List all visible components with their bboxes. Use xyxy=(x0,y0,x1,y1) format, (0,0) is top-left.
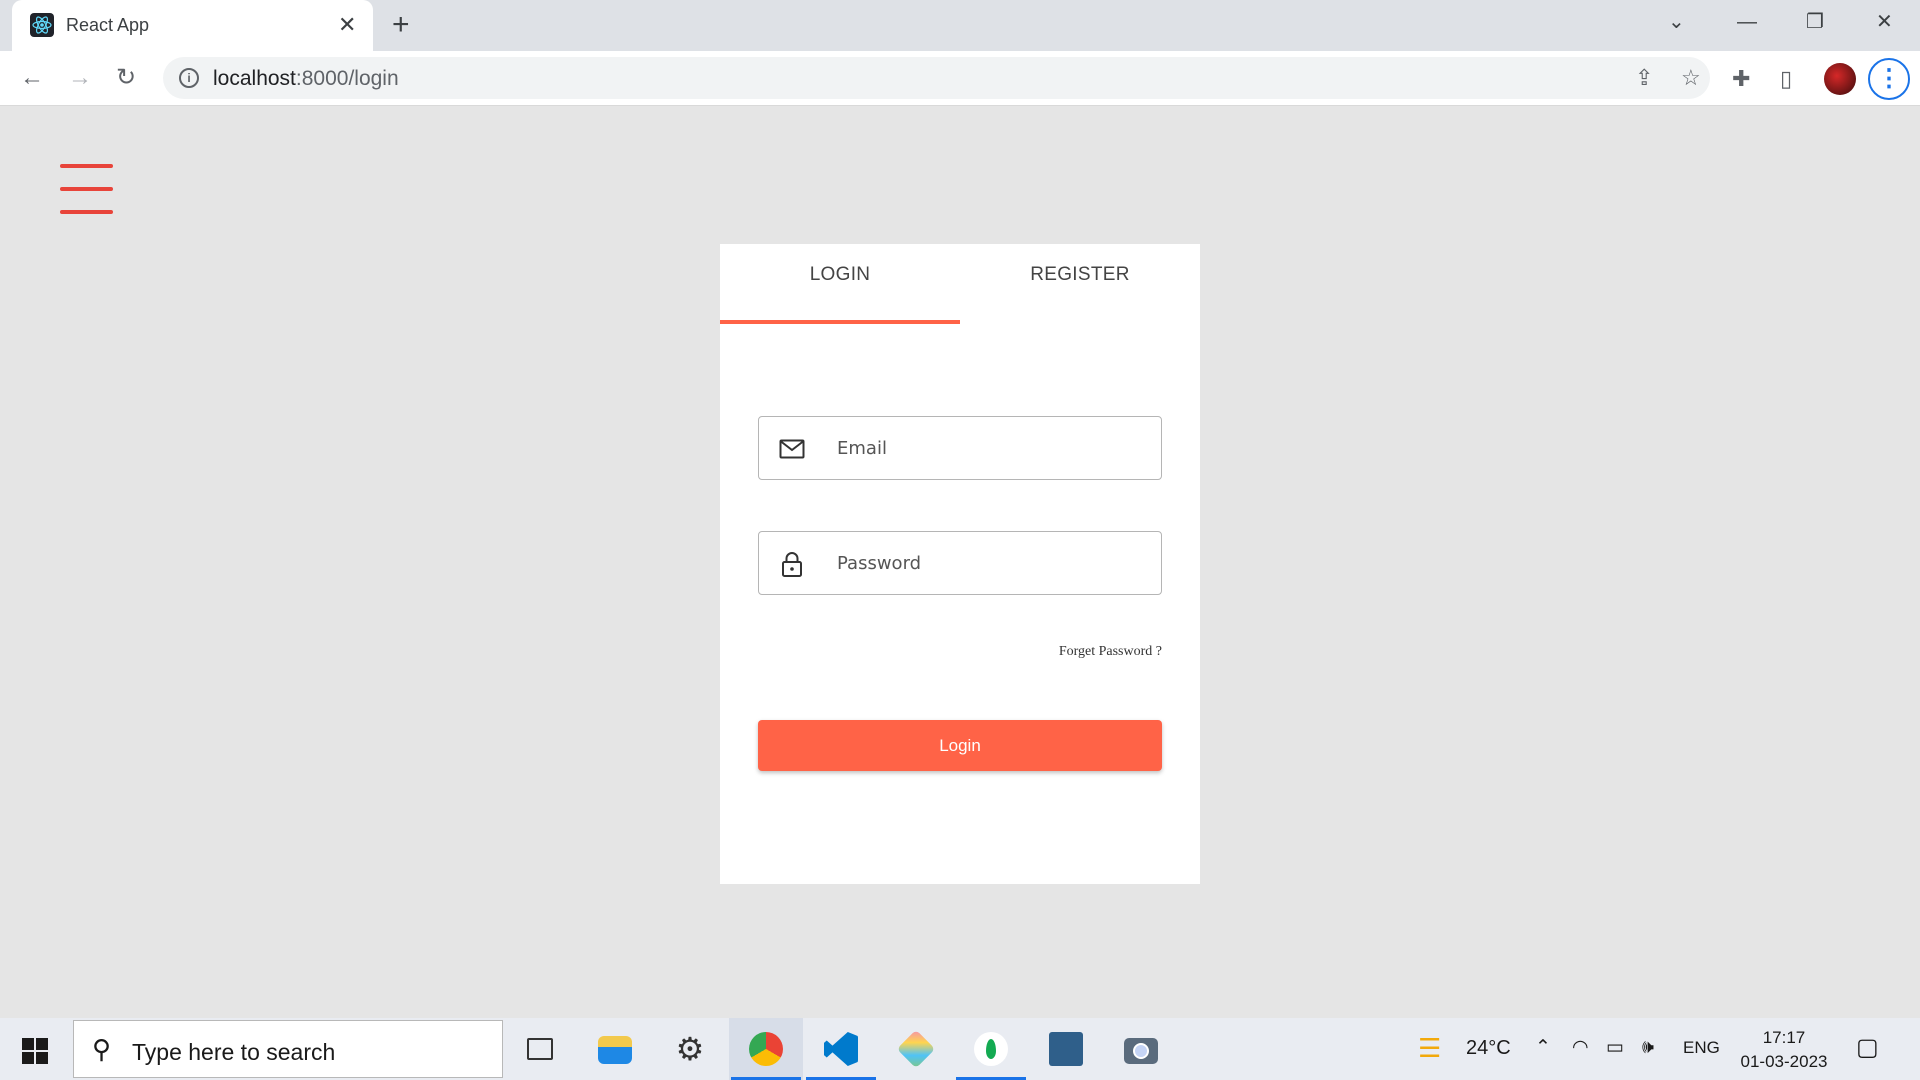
email-input[interactable] xyxy=(837,417,1147,479)
auth-tabs: LOGIN REGISTER xyxy=(720,244,1200,324)
email-field[interactable] xyxy=(758,416,1162,480)
password-input[interactable] xyxy=(837,532,1147,594)
clock-date: 01-03-2023 xyxy=(1740,1052,1828,1071)
side-panel-icon[interactable]: ▯ xyxy=(1780,66,1792,92)
windows-start-icon[interactable] xyxy=(22,1038,48,1064)
weather-icon[interactable]: ☰ xyxy=(1418,1035,1441,1061)
weather-temperature[interactable]: 24°C xyxy=(1466,1036,1511,1060)
active-tab-indicator xyxy=(720,320,960,324)
password-field[interactable] xyxy=(758,531,1162,595)
language-indicator[interactable]: ENG xyxy=(1683,1036,1720,1060)
file-explorer-icon[interactable] xyxy=(578,1018,652,1080)
windows-taskbar: ⚲ Type here to search ⚙ ☰ 24°C ⌃ ◠ ▭ 🕪 E… xyxy=(0,1018,1920,1080)
camera-icon[interactable] xyxy=(1104,1018,1178,1080)
login-card: LOGIN REGISTER Forget Password ? Login xyxy=(720,244,1200,884)
tab-title: React App xyxy=(66,15,150,35)
clock-time: 17:17 xyxy=(1762,1028,1806,1047)
mysql-workbench-icon[interactable] xyxy=(1029,1018,1103,1080)
reload-button[interactable]: ↻ xyxy=(116,63,136,93)
back-button[interactable]: ← xyxy=(20,63,44,93)
address-bar[interactable]: i localhost:8000/login ⇪ ☆ xyxy=(163,57,1710,99)
browser-tabstrip: React App ✕ + ⌄ — ❐ ✕ xyxy=(0,0,1920,51)
new-tab-button[interactable]: + xyxy=(392,10,410,40)
share-icon[interactable]: ⇪ xyxy=(1635,65,1653,91)
show-hidden-icons-chevron-icon[interactable]: ⌃ xyxy=(1535,1036,1551,1060)
page-content: LOGIN REGISTER Forget Password ? Login xyxy=(0,106,1920,1018)
volume-icon[interactable]: 🕪 xyxy=(1642,1036,1654,1060)
browser-menu-button[interactable]: ⋮ xyxy=(1868,58,1910,100)
tab-register[interactable]: REGISTER xyxy=(960,244,1200,324)
task-view-icon[interactable] xyxy=(503,1018,577,1080)
settings-gear-icon[interactable]: ⚙ xyxy=(653,1018,727,1080)
extensions-icon[interactable]: ✚ xyxy=(1732,66,1750,92)
mongodb-icon[interactable] xyxy=(954,1018,1028,1080)
react-icon xyxy=(30,13,54,37)
url-text: localhost:8000/login xyxy=(213,67,399,90)
profile-avatar[interactable] xyxy=(1824,63,1856,95)
browser-toolbar: ← → ↻ i localhost:8000/login ⇪ ☆ ✚ ▯ ⋮ xyxy=(0,51,1920,106)
minimize-button[interactable]: — xyxy=(1737,10,1757,34)
mail-icon xyxy=(779,439,805,459)
chrome-icon[interactable] xyxy=(729,1018,803,1080)
battery-icon[interactable]: ▭ xyxy=(1606,1036,1624,1060)
taskbar-search-placeholder: Type here to search xyxy=(132,1039,336,1065)
tab-search-dropdown-icon[interactable]: ⌄ xyxy=(1668,10,1685,34)
search-icon: ⚲ xyxy=(92,1034,112,1064)
forward-button[interactable]: → xyxy=(68,63,92,93)
hamburger-menu-icon[interactable] xyxy=(60,164,113,214)
tab-login[interactable]: LOGIN xyxy=(720,244,960,324)
forgot-password-link[interactable]: Forget Password ? xyxy=(1059,644,1162,660)
login-button[interactable]: Login xyxy=(758,720,1162,771)
tab-close-icon[interactable]: ✕ xyxy=(338,13,356,37)
close-window-button[interactable]: ✕ xyxy=(1876,10,1893,34)
site-info-icon[interactable]: i xyxy=(179,68,199,88)
bookmark-star-icon[interactable]: ☆ xyxy=(1681,65,1701,91)
taskbar-search-box[interactable]: ⚲ Type here to search xyxy=(73,1020,503,1078)
browser-tab[interactable]: React App ✕ xyxy=(12,0,373,51)
lock-icon xyxy=(782,552,802,577)
vscode-icon[interactable] xyxy=(804,1018,878,1080)
system-clock[interactable]: 17:17 01-03-2023 xyxy=(1732,1026,1836,1074)
notifications-icon[interactable]: ▢ xyxy=(1856,1036,1879,1060)
wifi-icon[interactable]: ◠ xyxy=(1572,1036,1589,1060)
restore-button[interactable]: ❐ xyxy=(1806,10,1824,34)
git-client-icon[interactable] xyxy=(879,1018,953,1080)
